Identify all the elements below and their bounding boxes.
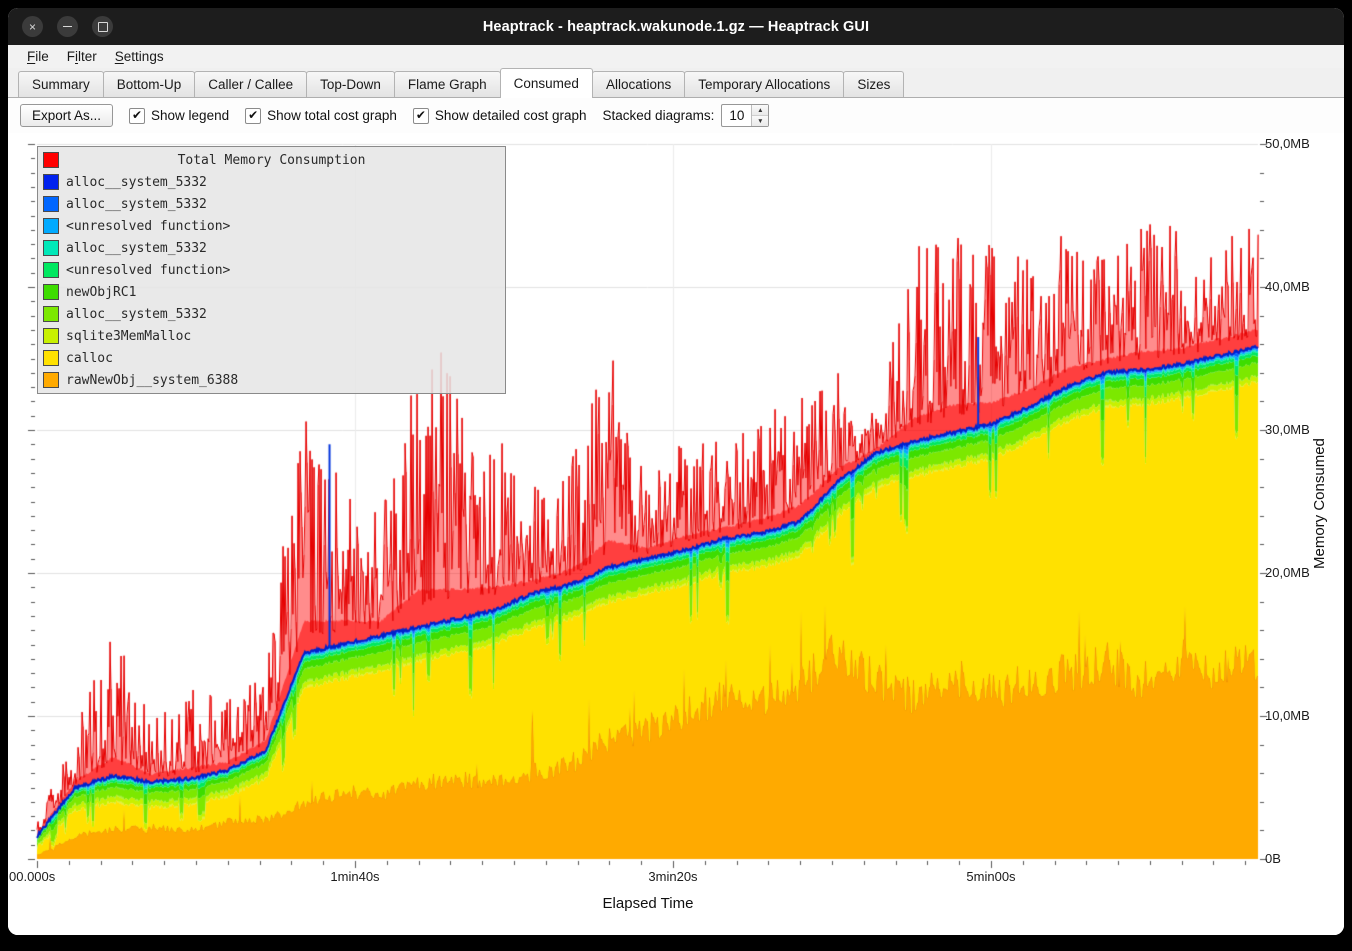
legend-swatch-total — [43, 152, 59, 168]
y-tick-label: 50,0MB — [1265, 136, 1337, 151]
x-tick-label: 00.000s — [9, 869, 79, 884]
window-controls: × — [22, 8, 113, 45]
stacked-diagrams-group: Stacked diagrams: 10 ▲ ▼ — [603, 104, 770, 127]
legend-swatch — [43, 196, 59, 212]
tab-caller-callee[interactable]: Caller / Callee — [194, 71, 307, 97]
toolbar: Export As... ✔ Show legend ✔ Show total … — [8, 98, 1344, 133]
y-tick-label: 40,0MB — [1265, 279, 1337, 294]
legend-swatch — [43, 174, 59, 190]
legend-swatch — [43, 328, 59, 344]
y-tick-label: 10,0MB — [1265, 708, 1337, 723]
tab-bar: Summary Bottom-Up Caller / Callee Top-Do… — [8, 68, 1344, 98]
legend-label: sqlite3MemMalloc — [66, 329, 191, 344]
show-detailed-cost-group: ✔ Show detailed cost graph — [413, 108, 587, 124]
spin-buttons: ▲ ▼ — [751, 105, 768, 126]
window-title: Heaptrack - heaptrack.wakunode.1.gz — He… — [8, 19, 1344, 35]
check-icon: ✔ — [416, 109, 426, 121]
legend-label: rawNewObj__system_6388 — [66, 373, 238, 388]
maximize-button[interactable] — [92, 16, 113, 37]
legend-swatch — [43, 306, 59, 322]
legend-title: Total Memory Consumption — [66, 153, 477, 168]
check-icon: ✔ — [248, 109, 258, 121]
tab-bottom-up[interactable]: Bottom-Up — [103, 71, 196, 97]
y-tick-label: 0B — [1265, 851, 1337, 866]
stacked-diagrams-value[interactable]: 10 — [722, 105, 751, 126]
tab-temporary-allocations[interactable]: Temporary Allocations — [684, 71, 844, 97]
check-icon: ✔ — [132, 109, 142, 121]
legend-swatch — [43, 350, 59, 366]
legend-row: alloc__system_5332 — [41, 303, 502, 325]
tab-summary[interactable]: Summary — [18, 71, 104, 97]
menu-filter[interactable]: Filter — [58, 47, 106, 66]
legend-label: <unresolved function> — [66, 263, 230, 278]
maximize-icon — [98, 22, 108, 32]
menubar: File Filter Settings — [8, 45, 1344, 68]
legend-swatch — [43, 240, 59, 256]
stacked-diagrams-label: Stacked diagrams: — [603, 108, 715, 123]
legend-label: calloc — [66, 351, 113, 366]
spin-down-button[interactable]: ▼ — [752, 116, 768, 126]
legend-row: alloc__system_5332 — [41, 193, 502, 215]
legend-row: alloc__system_5332 — [41, 237, 502, 259]
tab-top-down[interactable]: Top-Down — [306, 71, 395, 97]
legend-label: <unresolved function> — [66, 219, 230, 234]
tab-consumed[interactable]: Consumed — [500, 68, 593, 98]
chart-legend: Total Memory Consumption alloc__system_5… — [37, 146, 506, 394]
legend-label: alloc__system_5332 — [66, 197, 207, 212]
show-detailed-cost-checkbox[interactable]: ✔ — [413, 108, 429, 124]
show-total-cost-checkbox[interactable]: ✔ — [245, 108, 261, 124]
legend-swatch — [43, 372, 59, 388]
legend-row: newObjRC1 — [41, 281, 502, 303]
spin-up-button[interactable]: ▲ — [752, 105, 768, 116]
legend-swatch — [43, 262, 59, 278]
x-tick-label: 5min00s — [951, 869, 1031, 884]
legend-row: <unresolved function> — [41, 215, 502, 237]
legend-label: newObjRC1 — [66, 285, 136, 300]
y-axis-title: Memory Consumed — [1311, 409, 1328, 599]
heaptrack-window: × Heaptrack - heaptrack.wakunode.1.gz — … — [8, 8, 1344, 935]
tab-sizes[interactable]: Sizes — [843, 71, 904, 97]
legend-row: <unresolved function> — [41, 259, 502, 281]
show-legend-label: Show legend — [151, 108, 229, 123]
show-legend-checkbox[interactable]: ✔ — [129, 108, 145, 124]
export-as-button[interactable]: Export As... — [20, 104, 113, 127]
legend-swatch — [43, 218, 59, 234]
menu-file[interactable]: File — [18, 47, 58, 66]
minimize-icon — [63, 26, 72, 27]
minimize-button[interactable] — [57, 16, 78, 37]
chart-area: Total Memory Consumption alloc__system_5… — [8, 133, 1344, 935]
show-total-cost-group: ✔ Show total cost graph — [245, 108, 397, 124]
legend-row: calloc — [41, 347, 502, 369]
x-tick-label: 3min20s — [633, 869, 713, 884]
tab-allocations[interactable]: Allocations — [592, 71, 685, 97]
show-legend-group: ✔ Show legend — [129, 108, 229, 124]
legend-label: alloc__system_5332 — [66, 307, 207, 322]
show-total-cost-label: Show total cost graph — [267, 108, 397, 123]
legend-row: rawNewObj__system_6388 — [41, 369, 502, 391]
x-tick-label: 1min40s — [315, 869, 395, 884]
tab-flame-graph[interactable]: Flame Graph — [394, 71, 501, 97]
legend-swatch — [43, 284, 59, 300]
titlebar[interactable]: × Heaptrack - heaptrack.wakunode.1.gz — … — [8, 8, 1344, 45]
menu-settings[interactable]: Settings — [106, 47, 173, 66]
legend-row: alloc__system_5332 — [41, 171, 502, 193]
legend-row: sqlite3MemMalloc — [41, 325, 502, 347]
legend-label: alloc__system_5332 — [66, 241, 207, 256]
close-button[interactable]: × — [22, 16, 43, 37]
legend-title-row: Total Memory Consumption — [41, 149, 502, 171]
legend-label: alloc__system_5332 — [66, 175, 207, 190]
show-detailed-cost-label: Show detailed cost graph — [435, 108, 587, 123]
stacked-diagrams-spinbox[interactable]: 10 ▲ ▼ — [721, 104, 769, 127]
x-axis-title: Elapsed Time — [568, 895, 728, 912]
